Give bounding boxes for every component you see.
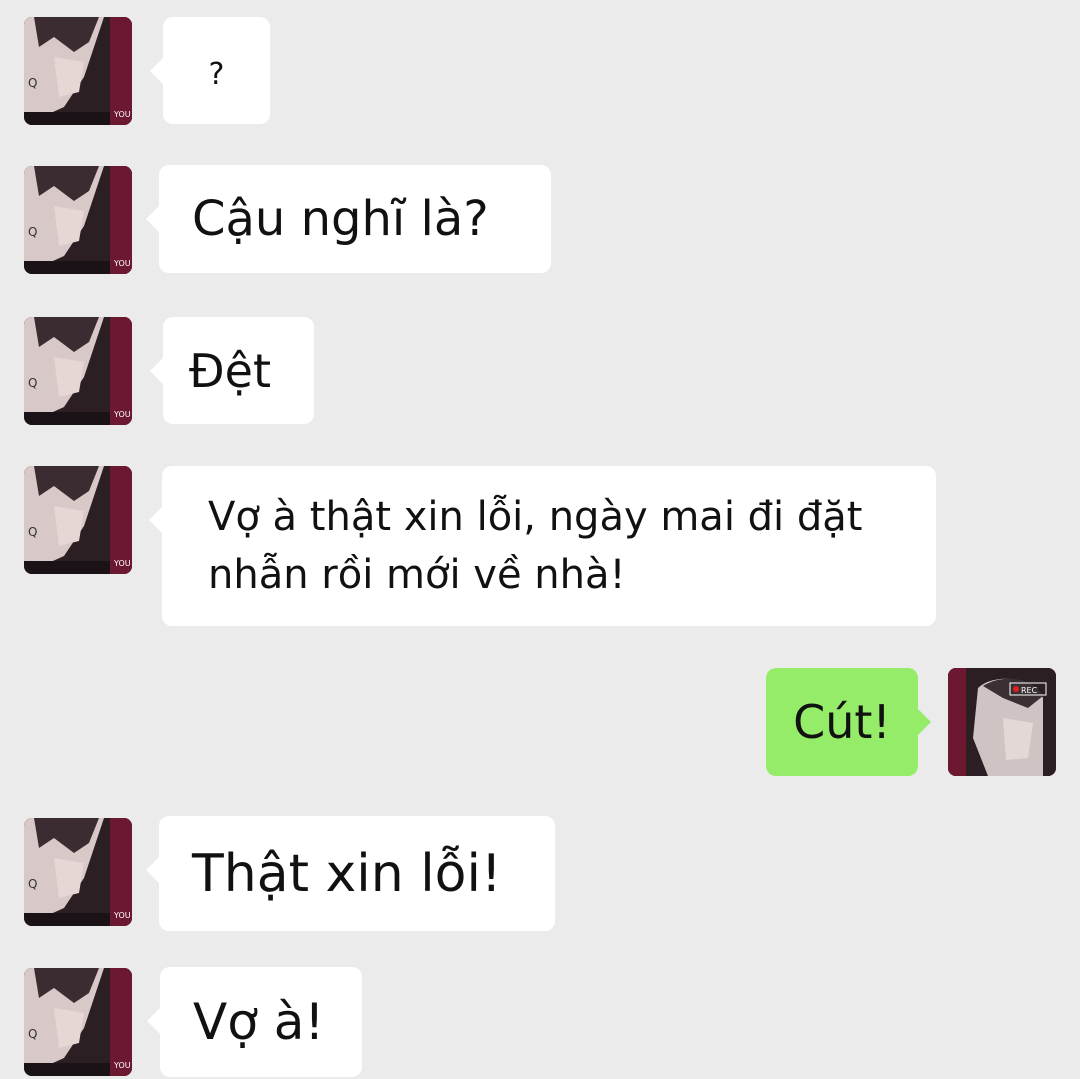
incoming-message-bubble[interactable]: Thật xin lỗi! bbox=[146, 816, 555, 931]
svg-text:Q: Q bbox=[28, 376, 37, 390]
incoming-message-bubble[interactable]: Vợ à thật xin lỗi, ngày mai đi đặt nhẫn … bbox=[149, 466, 936, 626]
message-text: Vợ à thật xin lỗi, ngày mai đi đặt nhẫn … bbox=[208, 494, 863, 598]
anime-man-avatar-icon: YOU Q bbox=[24, 818, 132, 926]
svg-text:Q: Q bbox=[28, 225, 37, 239]
avatar-overlay-text: YOU bbox=[113, 911, 131, 920]
contact-avatar[interactable]: YOU Q bbox=[24, 166, 132, 274]
avatar-overlay-text: YOU bbox=[113, 410, 131, 419]
contact-avatar[interactable]: YOU Q bbox=[24, 317, 132, 425]
contact-avatar[interactable]: YOU Q bbox=[24, 968, 132, 1076]
svg-text:Q: Q bbox=[28, 877, 37, 891]
svg-text:Q: Q bbox=[28, 525, 37, 539]
message-text: Vợ à! bbox=[193, 993, 325, 1051]
message-text: ? bbox=[208, 57, 225, 92]
incoming-message-bubble[interactable]: ? bbox=[150, 17, 270, 124]
avatar-overlay-text: YOU bbox=[113, 559, 131, 568]
chat-conversation: YOU Q ? YOU Q Cậu nghĩ là? YOU Q Đệt YOU… bbox=[0, 0, 1080, 1079]
avatar-overlay-text: YOU bbox=[113, 1061, 131, 1070]
message-text: Cậu nghĩ là? bbox=[192, 191, 489, 247]
anime-man-avatar-icon: YOU Q bbox=[24, 466, 132, 574]
anime-man-avatar-icon: YOU Q bbox=[24, 317, 132, 425]
anime-man-avatar-icon: YOU Q bbox=[24, 166, 132, 274]
svg-text:Q: Q bbox=[28, 1027, 37, 1041]
outgoing-message-bubble[interactable]: Cút! bbox=[766, 668, 931, 776]
svg-text:Q: Q bbox=[28, 76, 37, 90]
avatar-overlay-text: REC bbox=[1021, 686, 1038, 695]
my-avatar[interactable]: REC bbox=[948, 668, 1056, 776]
incoming-message-bubble[interactable]: Cậu nghĩ là? bbox=[146, 165, 551, 273]
message-text: Cút! bbox=[793, 695, 891, 749]
incoming-message-bubble[interactable]: Vợ à! bbox=[147, 967, 362, 1077]
contact-avatar[interactable]: YOU Q bbox=[24, 466, 132, 574]
contact-avatar[interactable]: YOU Q bbox=[24, 17, 132, 125]
avatar-overlay-text: YOU bbox=[113, 110, 131, 119]
message-text: Thật xin lỗi! bbox=[192, 843, 502, 904]
incoming-message-bubble[interactable]: Đệt bbox=[150, 317, 314, 424]
anime-man-avatar-icon: YOU Q bbox=[24, 968, 132, 1076]
anime-man-rec-avatar-icon: REC bbox=[948, 668, 1056, 776]
message-text: Đệt bbox=[189, 343, 271, 398]
avatar-overlay-text: YOU bbox=[113, 259, 131, 268]
contact-avatar[interactable]: YOU Q bbox=[24, 818, 132, 926]
anime-man-avatar-icon: YOU Q bbox=[24, 17, 132, 125]
